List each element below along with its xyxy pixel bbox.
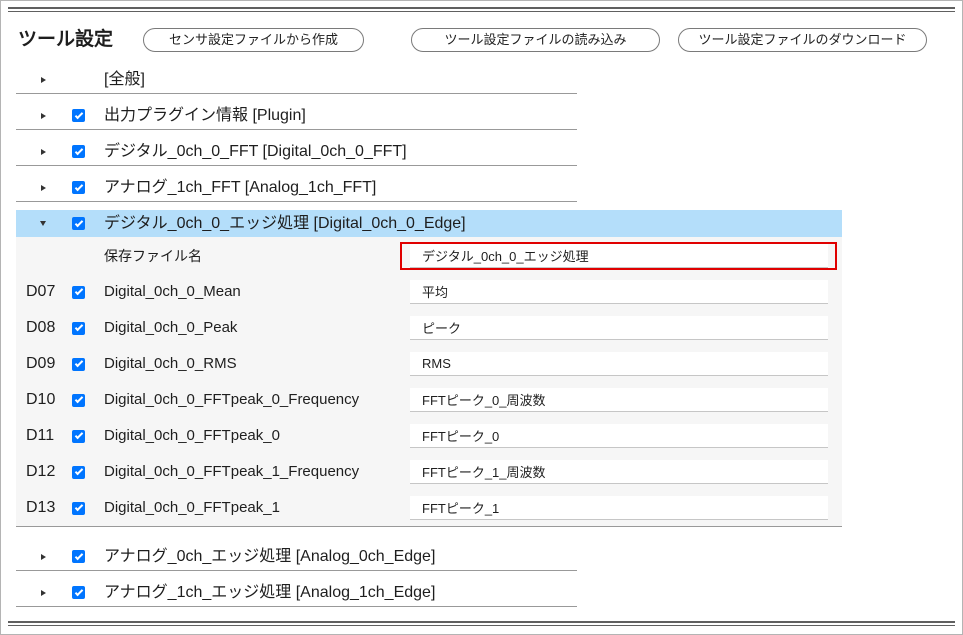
tree-item-header[interactable]: アナログ_0ch_エッジ処理 [Analog_0ch_Edge]	[16, 543, 577, 570]
tree-item-analog-1ch-edge: アナログ_1ch_エッジ処理 [Analog_1ch_Edge]	[16, 579, 577, 607]
save-file-input[interactable]	[410, 244, 828, 268]
tree-item-label: アナログ_1ch_FFT [Analog_1ch_FFT]	[104, 179, 377, 196]
item-enable-checkbox[interactable]	[72, 550, 85, 563]
tree-item-analog-fft: アナログ_1ch_FFT [Analog_1ch_FFT]	[16, 174, 577, 202]
channel-checkbox[interactable]	[72, 501, 85, 515]
triangle-right-icon[interactable]	[41, 76, 46, 83]
channel-label-input[interactable]	[410, 460, 828, 484]
channel-label-input[interactable]	[410, 496, 828, 520]
tree-item-label: [全般]	[104, 71, 145, 88]
channel-name: Digital_0ch_0_FFTpeak_1_Frequency	[104, 463, 360, 480]
item-enable-checkbox[interactable]	[72, 181, 85, 194]
tree-item-label: デジタル_0ch_0_FFT [Digital_0ch_0_FFT]	[104, 143, 407, 160]
channel-label-input[interactable]	[410, 388, 828, 412]
tree-item-header[interactable]: デジタル_0ch_0_エッジ処理 [Digital_0ch_0_Edge]	[16, 210, 842, 237]
channel-row: D08 Digital_0ch_0_Peak	[16, 310, 842, 346]
channel-row: D09 Digital_0ch_0_RMS	[16, 346, 842, 382]
create-from-sensor-file-button[interactable]: センサ設定ファイルから作成	[143, 28, 364, 52]
channel-label-input[interactable]	[410, 424, 828, 448]
channel-id: D08	[26, 319, 56, 336]
item-enable-checkbox[interactable]	[72, 586, 85, 599]
item-enable-checkbox[interactable]	[72, 217, 85, 230]
channel-id: D07	[26, 283, 56, 300]
triangle-right-icon[interactable]	[41, 184, 46, 191]
tree-item-label: アナログ_0ch_エッジ処理 [Analog_0ch_Edge]	[104, 548, 436, 565]
triangle-right-icon[interactable]	[41, 553, 46, 560]
tree-item-digital-fft: デジタル_0ch_0_FFT [Digital_0ch_0_FFT]	[16, 138, 577, 166]
channel-id: D11	[26, 427, 55, 444]
tree-item-plugin: 出力プラグイン情報 [Plugin]	[16, 102, 577, 130]
channel-checkbox[interactable]	[72, 321, 85, 335]
settings-tree: [全般] 出力プラグイン情報 [Plugin] デジタル_0ch_0_FFT […	[16, 58, 842, 607]
load-tool-settings-button[interactable]: ツール設定ファイルの読み込み	[411, 28, 660, 52]
download-tool-settings-button[interactable]: ツール設定ファイルのダウンロード	[678, 28, 927, 52]
channel-label-input[interactable]	[410, 280, 828, 304]
channel-name: Digital_0ch_0_Mean	[104, 283, 241, 300]
channel-row: D07 Digital_0ch_0_Mean	[16, 274, 842, 310]
channel-label-input[interactable]	[410, 316, 828, 340]
tree-item-header[interactable]: デジタル_0ch_0_FFT [Digital_0ch_0_FFT]	[16, 138, 577, 165]
channel-checkbox[interactable]	[72, 285, 85, 299]
channel-checkbox[interactable]	[72, 465, 85, 479]
triangle-right-icon[interactable]	[41, 589, 46, 596]
channel-row: D11 Digital_0ch_0_FFTpeak_0	[16, 418, 842, 454]
channel-name: Digital_0ch_0_FFTpeak_0	[104, 427, 280, 444]
channel-row: D10 Digital_0ch_0_FFTpeak_0_Frequency	[16, 382, 842, 418]
tree-item-digital-edge: デジタル_0ch_0_エッジ処理 [Digital_0ch_0_Edge] 保存…	[16, 210, 842, 527]
item-enable-checkbox[interactable]	[72, 145, 85, 158]
triangle-down-icon[interactable]	[40, 221, 46, 226]
item-enable-checkbox[interactable]	[72, 109, 85, 122]
channel-checkbox[interactable]	[72, 429, 85, 443]
tree-item-header[interactable]: [全般]	[16, 66, 577, 93]
page-title: ツール設定	[18, 29, 114, 50]
save-file-label: 保存ファイル名	[104, 248, 202, 264]
tree-item-header[interactable]: 出力プラグイン情報 [Plugin]	[16, 102, 577, 129]
channel-id: D09	[26, 355, 56, 372]
channel-checkbox[interactable]	[72, 357, 85, 371]
tree-item-label: デジタル_0ch_0_エッジ処理 [Digital_0ch_0_Edge]	[104, 215, 466, 232]
tree-item-header[interactable]: アナログ_1ch_エッジ処理 [Analog_1ch_Edge]	[16, 579, 577, 606]
tree-item-header[interactable]: アナログ_1ch_FFT [Analog_1ch_FFT]	[16, 174, 577, 201]
channel-row: D13 Digital_0ch_0_FFTpeak_1	[16, 490, 842, 526]
save-file-row: 保存ファイル名	[16, 238, 842, 274]
bottom-divider	[8, 621, 955, 626]
triangle-right-icon[interactable]	[41, 148, 46, 155]
channel-label-input[interactable]	[410, 352, 828, 376]
channel-name: Digital_0ch_0_FFTpeak_1	[104, 499, 280, 516]
channel-name: Digital_0ch_0_Peak	[104, 319, 238, 336]
tree-item-analog-0ch-edge: アナログ_0ch_エッジ処理 [Analog_0ch_Edge]	[16, 543, 577, 571]
channel-name: Digital_0ch_0_FFTpeak_0_Frequency	[104, 391, 360, 408]
tree-item-label: アナログ_1ch_エッジ処理 [Analog_1ch_Edge]	[104, 584, 436, 601]
channel-row: D12 Digital_0ch_0_FFTpeak_1_Frequency	[16, 454, 842, 490]
channel-id: D13	[26, 499, 56, 516]
top-divider	[8, 7, 955, 12]
tree-item-general: [全般]	[16, 66, 577, 94]
item-detail-panel: 保存ファイル名 D07 Digital_0ch_0_Mean D08 Digit…	[16, 237, 842, 526]
channel-id: D12	[26, 463, 56, 480]
channel-checkbox[interactable]	[72, 393, 85, 407]
tree-item-label: 出力プラグイン情報 [Plugin]	[104, 107, 306, 124]
triangle-right-icon[interactable]	[41, 112, 46, 119]
tool-settings-panel: ツール設定 センサ設定ファイルから作成 ツール設定ファイルの読み込み ツール設定…	[0, 0, 963, 635]
channel-id: D10	[26, 391, 56, 408]
channel-name: Digital_0ch_0_RMS	[104, 355, 237, 372]
